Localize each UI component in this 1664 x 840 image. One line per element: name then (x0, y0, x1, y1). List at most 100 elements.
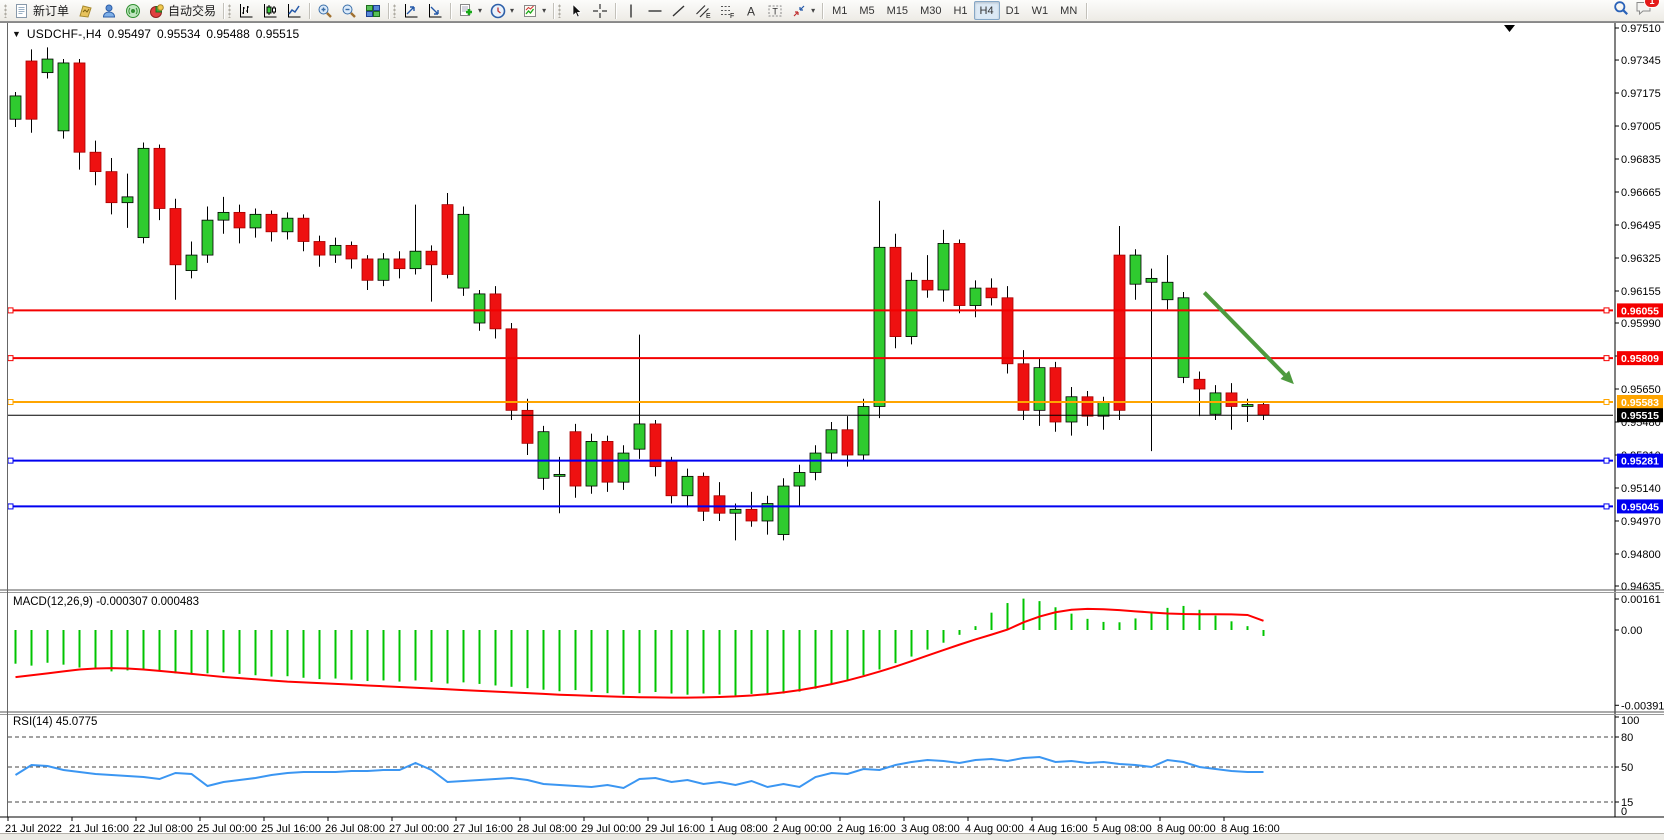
notification-badge: 1 (1644, 0, 1660, 8)
macd-indicator-label: MACD(12,26,9) -0.000307 0.000483 (13, 596, 199, 608)
candle (778, 478, 789, 540)
timeframe-d1-button[interactable]: D1 (1000, 1, 1026, 20)
auto-trading-button[interactable]: 自动交易 (145, 0, 220, 22)
toolbar-grip[interactable] (228, 4, 231, 18)
broadcast-icon (125, 3, 141, 19)
add-indicator-dropdown-icon[interactable]: ▾ (478, 6, 482, 15)
crosshair-button[interactable] (588, 0, 612, 22)
text-label-icon: T (767, 3, 783, 19)
time-tick-label: 2 Aug 00:00 (773, 823, 832, 835)
trendline-button[interactable] (667, 0, 691, 22)
price-tick-label: 0.96155 (1621, 286, 1661, 298)
toolbar-right-tools: 1 (1613, 0, 1661, 21)
line-handle[interactable] (8, 400, 13, 405)
time-tick-label: 29 Jul 00:00 (581, 823, 641, 835)
price-tick-label: 0.97005 (1621, 121, 1661, 133)
chart-high: 0.95534 (157, 27, 200, 41)
line-handle[interactable] (8, 308, 13, 313)
toolbar-separator (309, 3, 310, 19)
toolbar-grip[interactable] (558, 4, 561, 18)
user-profile-button[interactable] (97, 0, 121, 22)
template-button[interactable]: ▾ (518, 0, 550, 22)
line-handle[interactable] (1604, 356, 1609, 361)
chart-title: ▼ USDCHF-,H4 0.95497 0.95534 0.95488 0.9… (12, 27, 299, 41)
cursor-button[interactable] (564, 0, 588, 22)
hline-button[interactable] (643, 0, 667, 22)
price-tick-label: 0.95650 (1621, 384, 1661, 396)
price-tick-label: 0.94635 (1621, 581, 1661, 593)
chat-button[interactable]: 1 (1635, 0, 1653, 21)
period-button[interactable]: ▾ (486, 0, 518, 22)
bar-chart-button[interactable] (234, 0, 258, 22)
toolbar-grip[interactable] (4, 4, 7, 18)
tile-windows-icon (365, 3, 381, 19)
period-dropdown-icon[interactable]: ▾ (510, 6, 514, 15)
candle (1114, 226, 1125, 420)
profile-down-button[interactable] (423, 0, 447, 22)
line-handle[interactable] (1604, 308, 1609, 313)
timeframe-m5-button[interactable]: M5 (853, 1, 880, 20)
candle (1178, 292, 1189, 383)
svg-text:0.95045: 0.95045 (1621, 501, 1659, 513)
macd-tick-label: 0.00 (1621, 625, 1642, 637)
arrows-button[interactable]: ▾ (787, 0, 819, 22)
profile-up-button[interactable] (399, 0, 423, 22)
candle (154, 144, 165, 220)
line-handle[interactable] (8, 356, 13, 361)
candle (890, 234, 901, 349)
zoom-out-button[interactable] (337, 0, 361, 22)
line-chart-button[interactable] (282, 0, 306, 22)
vline-icon (623, 3, 639, 19)
line-handle[interactable] (1604, 458, 1609, 463)
timeframe-h4-button[interactable]: H4 (974, 1, 1000, 20)
timeframe-mn-button[interactable]: MN (1054, 1, 1083, 20)
search-icon[interactable] (1613, 0, 1629, 21)
timeframe-h1-button[interactable]: H1 (947, 1, 973, 20)
timeframe-m30-button[interactable]: M30 (914, 1, 947, 20)
zoom-out-icon (341, 3, 357, 19)
broadcast-button[interactable] (121, 0, 145, 22)
arrows-dropdown-icon[interactable]: ▾ (811, 6, 815, 15)
time-tick-label: 27 Jul 16:00 (453, 823, 513, 835)
line-handle[interactable] (8, 458, 13, 463)
zoom-in-button[interactable] (313, 0, 337, 22)
candle (442, 193, 453, 278)
tile-windows-button[interactable] (361, 0, 385, 22)
svg-text:E: E (706, 13, 711, 19)
chart-file-button[interactable] (73, 0, 97, 22)
channel-button[interactable]: E (691, 0, 715, 22)
fibonacci-button[interactable]: F (715, 0, 739, 22)
chart-canvas[interactable]: 0.975100.973450.971750.970050.968350.966… (0, 22, 1664, 840)
svg-text:A: A (747, 4, 755, 18)
timeframe-m1-button[interactable]: M1 (826, 1, 853, 20)
time-tick-label: 4 Aug 00:00 (965, 823, 1024, 835)
line-handle[interactable] (1604, 400, 1609, 405)
svg-text:0.96055: 0.96055 (1621, 305, 1659, 317)
candle-chart-button[interactable] (258, 0, 282, 22)
rsi-tick-label: 0 (1621, 806, 1627, 818)
add-indicator-button[interactable]: ▾ (454, 0, 486, 22)
price-tick-label: 0.95990 (1621, 318, 1661, 330)
text-button[interactable]: A (739, 0, 763, 22)
template-dropdown-icon[interactable]: ▾ (542, 6, 546, 15)
chart-file-icon (77, 3, 93, 19)
text-icon: A (743, 3, 759, 19)
new-order-button[interactable]: 新订单 (10, 0, 73, 22)
toolbar-grip[interactable] (393, 4, 396, 18)
rsi-tick-label: 100 (1621, 715, 1639, 727)
line-handle[interactable] (8, 504, 13, 509)
timeframe-w1-button[interactable]: W1 (1026, 1, 1055, 20)
text-label-button[interactable]: T (763, 0, 787, 22)
application-window: 新订单 自动交易 ▾ ▾ ▾ E F AT ▾ M1M5M15M30H1H4D1W1MN 1 0.9… (0, 0, 1664, 840)
price-tick-label: 0.94970 (1621, 516, 1661, 528)
line-handle[interactable] (1604, 504, 1609, 509)
svg-text:F: F (730, 13, 734, 19)
time-tick-label: 2 Aug 16:00 (837, 823, 896, 835)
symbol-dropdown-icon[interactable]: ▼ (12, 29, 21, 39)
price-tick-label: 0.97345 (1621, 55, 1661, 67)
price-tick-label: 0.97175 (1621, 88, 1661, 100)
time-tick-label: 28 Jul 08:00 (517, 823, 577, 835)
timeframe-m15-button[interactable]: M15 (881, 1, 914, 20)
vline-button[interactable] (619, 0, 643, 22)
cursor-icon (568, 3, 584, 19)
